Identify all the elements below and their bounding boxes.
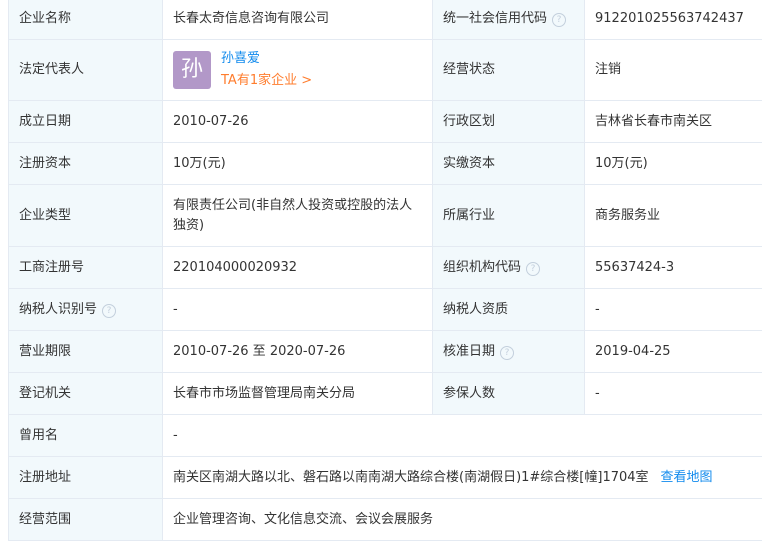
taxpayer-id-label: 纳税人识别号?: [9, 289, 163, 331]
table-row: 法定代表人 孙 孙喜爱 TA有1家企业 > 经营状态 注销: [9, 40, 762, 101]
table-row: 企业名称 长春太奇信息咨询有限公司 统一社会信用代码? 912201025563…: [9, 0, 762, 40]
org-code-label-text: 组织机构代码: [443, 260, 521, 275]
paid-capital-value: 10万(元): [585, 143, 762, 185]
taxpayer-id-label-text: 纳税人识别号: [19, 302, 97, 317]
taxpayer-qual-value: -: [585, 289, 762, 331]
avatar[interactable]: 孙: [173, 51, 211, 89]
region-label: 行政区划: [433, 101, 585, 143]
table-row: 注册资本 10万(元) 实缴资本 10万(元): [9, 143, 762, 185]
address-label: 注册地址: [9, 457, 163, 499]
table-row: 纳税人识别号? - 纳税人资质 -: [9, 289, 762, 331]
company-name-label: 企业名称: [9, 0, 163, 40]
former-name-value: -: [163, 415, 762, 457]
address-text: 南关区南湖大路以北、磐石路以南南湖大路综合楼(南湖假日)1#综合楼[幢]1704…: [173, 470, 649, 485]
former-name-label: 曾用名: [9, 415, 163, 457]
paid-capital-label: 实缴资本: [433, 143, 585, 185]
credit-code-label-text: 统一社会信用代码: [443, 11, 547, 26]
industry-label: 所属行业: [433, 185, 585, 247]
biz-reg-no-value: 220104000020932: [163, 247, 433, 289]
table-row: 经营范围 企业管理咨询、文化信息交流、会议会展服务: [9, 499, 762, 541]
table-row: 注册地址 南关区南湖大路以北、磐石路以南南湖大路综合楼(南湖假日)1#综合楼[幢…: [9, 457, 762, 499]
legal-rep-name-link[interactable]: 孙喜爱: [221, 50, 312, 68]
legal-rep-companies-link[interactable]: TA有1家企业 >: [221, 72, 312, 90]
taxpayer-qual-label: 纳税人资质: [433, 289, 585, 331]
table-row: 工商注册号 220104000020932 组织机构代码? 55637424-3: [9, 247, 762, 289]
biz-reg-no-label: 工商注册号: [9, 247, 163, 289]
company-info-table: 企业名称 长春太奇信息咨询有限公司 统一社会信用代码? 912201025563…: [8, 0, 762, 541]
status-label: 经营状态: [433, 40, 585, 101]
table-row: 曾用名 -: [9, 415, 762, 457]
legal-rep-label: 法定代表人: [9, 40, 163, 101]
company-type-label: 企业类型: [9, 185, 163, 247]
help-icon[interactable]: ?: [526, 262, 540, 276]
reg-capital-value: 10万(元): [163, 143, 433, 185]
approval-date-label-text: 核准日期: [443, 344, 495, 359]
scope-value: 企业管理咨询、文化信息交流、会议会展服务: [163, 499, 762, 541]
company-type-value: 有限责任公司(非自然人投资或控股的法人独资): [163, 185, 433, 247]
founded-label: 成立日期: [9, 101, 163, 143]
table-row: 营业期限 2010-07-26 至 2020-07-26 核准日期? 2019-…: [9, 331, 762, 373]
legal-rep-value: 孙 孙喜爱 TA有1家企业 >: [163, 40, 433, 101]
table-row: 登记机关 长春市市场监督管理局南关分局 参保人数 -: [9, 373, 762, 415]
help-icon[interactable]: ?: [102, 304, 116, 318]
term-label: 营业期限: [9, 331, 163, 373]
term-value: 2010-07-26 至 2020-07-26: [163, 331, 433, 373]
reg-capital-label: 注册资本: [9, 143, 163, 185]
status-value: 注销: [585, 40, 762, 101]
credit-code-label: 统一社会信用代码?: [433, 0, 585, 40]
founded-value: 2010-07-26: [163, 101, 433, 143]
insured-value: -: [585, 373, 762, 415]
approval-date-value: 2019-04-25: [585, 331, 762, 373]
credit-code-value: 912201025563742437: [585, 0, 762, 40]
view-map-link[interactable]: 查看地图: [661, 470, 713, 485]
org-code-label: 组织机构代码?: [433, 247, 585, 289]
region-value: 吉林省长春市南关区: [585, 101, 762, 143]
industry-value: 商务服务业: [585, 185, 762, 247]
table-row: 成立日期 2010-07-26 行政区划 吉林省长春市南关区: [9, 101, 762, 143]
approval-date-label: 核准日期?: [433, 331, 585, 373]
table-row: 企业类型 有限责任公司(非自然人投资或控股的法人独资) 所属行业 商务服务业: [9, 185, 762, 247]
taxpayer-id-value: -: [163, 289, 433, 331]
help-icon[interactable]: ?: [552, 13, 566, 27]
legal-rep-person: 孙 孙喜爱 TA有1家企业 >: [173, 50, 422, 90]
address-value: 南关区南湖大路以北、磐石路以南南湖大路综合楼(南湖假日)1#综合楼[幢]1704…: [163, 457, 762, 499]
insured-label: 参保人数: [433, 373, 585, 415]
org-code-value: 55637424-3: [585, 247, 762, 289]
help-icon[interactable]: ?: [500, 346, 514, 360]
authority-label: 登记机关: [9, 373, 163, 415]
scope-label: 经营范围: [9, 499, 163, 541]
company-name-value: 长春太奇信息咨询有限公司: [163, 0, 433, 40]
authority-value: 长春市市场监督管理局南关分局: [163, 373, 433, 415]
